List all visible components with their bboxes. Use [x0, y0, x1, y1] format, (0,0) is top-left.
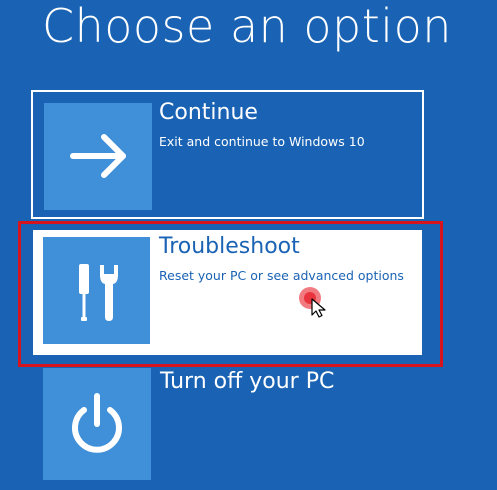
troubleshoot-option[interactable]: Troubleshoot Reset your PC or see advanc…	[33, 230, 422, 355]
turn-off-tile	[43, 368, 151, 480]
turn-off-option[interactable]: Turn off your PC	[31, 366, 424, 490]
turn-off-title: Turn off your PC	[160, 369, 335, 394]
tools-icon	[79, 264, 118, 321]
power-icon	[72, 393, 122, 453]
troubleshoot-title: Troubleshoot	[159, 234, 300, 259]
continue-subtitle: Exit and continue to Windows 10	[159, 134, 365, 149]
page-title: Choose an option	[42, 0, 452, 53]
arrow-right-icon	[70, 134, 126, 178]
troubleshoot-tile	[43, 237, 150, 344]
continue-title: Continue	[159, 100, 258, 125]
continue-tile	[44, 103, 152, 210]
continue-option[interactable]: Continue Exit and continue to Windows 10	[31, 90, 424, 219]
troubleshoot-subtitle: Reset your PC or see advanced options	[159, 268, 404, 283]
